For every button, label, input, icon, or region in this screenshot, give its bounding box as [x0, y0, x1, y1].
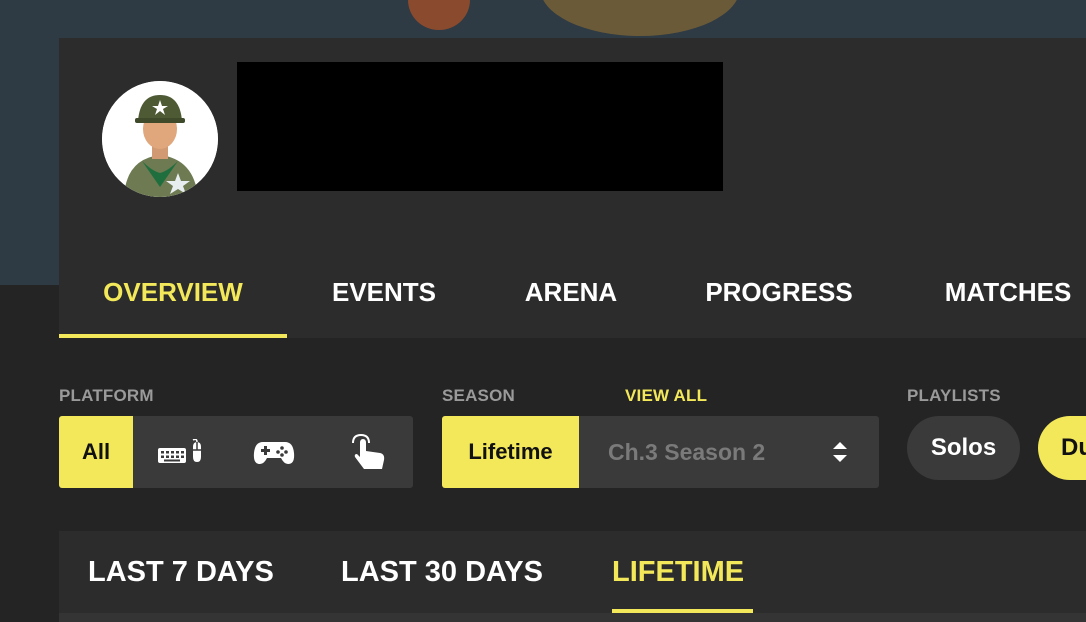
active-tab-indicator	[59, 334, 287, 338]
time-tab-label: LAST 7 DAYS	[88, 555, 274, 588]
platform-selector: All	[59, 416, 413, 488]
playlist-duos-button[interactable]: Duos	[1038, 416, 1086, 480]
playlist-solos-label: Solos	[930, 434, 997, 461]
tab-lifetime[interactable]: LIFETIME	[612, 531, 744, 613]
platform-mobile-button[interactable]	[321, 416, 413, 488]
tab-label: EVENTS	[331, 276, 437, 307]
soldier-avatar-icon	[102, 81, 218, 197]
season-label: SEASON	[442, 386, 515, 405]
tab-label: MATCHES	[944, 276, 1072, 307]
tab-label: PROGRESS	[705, 276, 853, 307]
season-lifetime-button[interactable]: Lifetime	[442, 416, 579, 488]
profile-header: OVERVIEW EVENTS ARENA PROGRESS MATCHES	[59, 38, 1086, 338]
platform-pc-button[interactable]	[133, 416, 227, 488]
time-tab-label: LIFETIME	[612, 555, 745, 588]
tab-last-30-days[interactable]: LAST 30 DAYS	[341, 531, 543, 613]
season-selector: Lifetime Ch.3 Season 2	[442, 416, 879, 488]
time-tab-label: LAST 30 DAYS	[341, 555, 543, 588]
platform-all-button[interactable]: All	[59, 416, 133, 488]
platform-all-label: All	[81, 439, 111, 464]
season-dropdown-value: Ch.3 Season 2	[608, 438, 766, 465]
view-all-seasons-link[interactable]: VIEW ALL	[625, 386, 707, 406]
tab-arena[interactable]: ARENA	[516, 246, 626, 338]
playlists-label: PLAYLISTS	[907, 386, 1001, 405]
profile-tabs: OVERVIEW EVENTS ARENA PROGRESS MATCHES	[59, 246, 1086, 338]
tab-events[interactable]: EVENTS	[321, 246, 447, 338]
tab-label: OVERVIEW	[103, 276, 243, 307]
gamepad-icon	[253, 439, 295, 465]
tab-progress[interactable]: PROGRESS	[699, 246, 859, 338]
sort-arrows-icon	[832, 441, 848, 463]
platform-label: PLATFORM	[59, 386, 154, 405]
platform-console-button[interactable]	[227, 416, 321, 488]
redacted-username	[237, 62, 723, 191]
keyboard-mouse-icon	[157, 439, 203, 465]
playlist-solos-button[interactable]: Solos	[907, 416, 1020, 480]
tab-overview[interactable]: OVERVIEW	[59, 246, 287, 338]
tab-matches[interactable]: MATCHES	[933, 246, 1083, 338]
season-dropdown[interactable]: Ch.3 Season 2	[579, 416, 879, 488]
time-range-tabs: LAST 7 DAYS LAST 30 DAYS LIFETIME	[59, 531, 1086, 613]
tab-label: ARENA	[524, 276, 618, 307]
banner-artwork	[400, 0, 740, 38]
tab-last-7-days[interactable]: LAST 7 DAYS	[88, 531, 274, 613]
stats-content-edge	[59, 613, 1086, 622]
touch-icon	[347, 433, 387, 471]
season-lifetime-label: Lifetime	[468, 439, 553, 464]
playlist-duos-label: Duos	[1061, 434, 1086, 461]
